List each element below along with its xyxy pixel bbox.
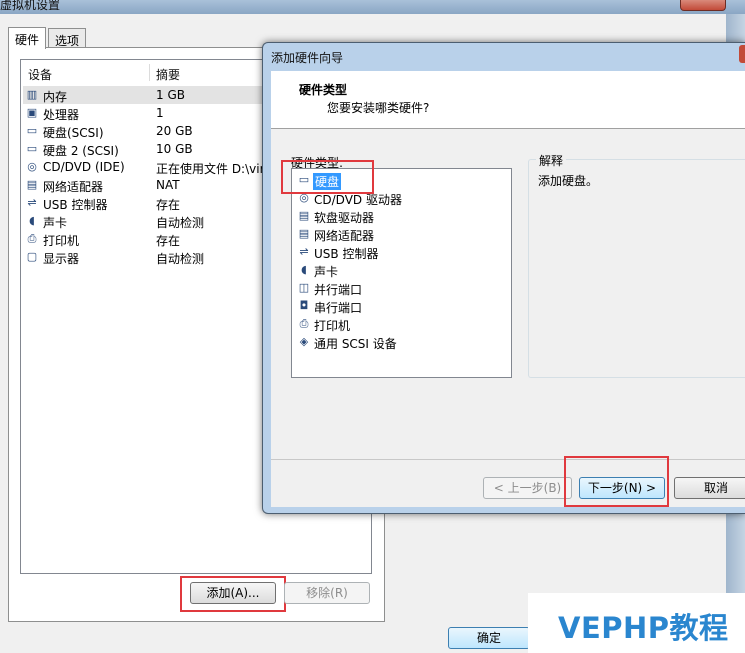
- device-summary: 自动检测: [156, 216, 205, 230]
- wizard-title: 添加硬件向导: [271, 51, 344, 65]
- hardware-type-name: 打印机: [314, 319, 351, 333]
- cd-dvd-icon: ◎: [27, 160, 37, 173]
- wizard-header-subtitle: 您要安装哪类硬件?: [327, 101, 430, 115]
- wizard-separator: [271, 459, 745, 460]
- column-separator[interactable]: [149, 64, 150, 81]
- device-name: 打印机: [43, 234, 80, 248]
- wizard-header-title: 硬件类型: [299, 83, 348, 97]
- remove-button[interactable]: 移除(R): [284, 582, 370, 604]
- hardware-type-name: 通用 SCSI 设备: [314, 337, 397, 351]
- explanation-text: 添加硬盘。: [538, 174, 599, 188]
- device-summary: 正在使用文件 D:\vir: [156, 162, 265, 176]
- device-name: 处理器: [43, 108, 80, 122]
- wizard-client-area: 硬件类型 您要安装哪类硬件? 硬件类型: ▭ 硬盘 ◎ CD/DVD 驱动器 ▤…: [271, 71, 745, 507]
- sound-icon: ◖: [301, 263, 307, 276]
- device-summary: 1 GB: [156, 88, 185, 102]
- parallel-port-icon: ◫: [298, 281, 310, 294]
- hardware-type-name: 串行端口: [314, 301, 363, 315]
- hardware-type-sound-card[interactable]: ◖ 声卡: [295, 261, 509, 279]
- hardware-type-printer[interactable]: ⎙ 打印机: [295, 315, 509, 333]
- usb-icon: ⇌: [27, 196, 37, 209]
- hardware-type-name: USB 控制器: [314, 247, 379, 261]
- device-summary: NAT: [156, 178, 180, 192]
- device-summary: 10 GB: [156, 142, 193, 156]
- tab-hardware[interactable]: 硬件: [8, 27, 47, 49]
- device-name: 内存: [43, 90, 68, 104]
- scsi-device-icon: ◈: [299, 335, 309, 348]
- add-hardware-wizard: 添加硬件向导 硬件类型 您要安装哪类硬件? 硬件类型: ▭ 硬盘 ◎ CD/DV…: [262, 42, 745, 514]
- network-adapter-icon: ▤: [26, 178, 38, 191]
- sound-icon: ◖: [29, 214, 35, 227]
- hardware-type-name: 软盘驱动器: [314, 211, 375, 225]
- hardware-type-name: 并行端口: [314, 283, 363, 297]
- hardware-type-parallel-port[interactable]: ◫ 并行端口: [295, 279, 509, 297]
- hardware-type-scsi-device[interactable]: ◈ 通用 SCSI 设备: [295, 333, 509, 351]
- floppy-icon: ▤: [298, 209, 310, 222]
- hardware-type-usb-controller[interactable]: ⇌ USB 控制器: [295, 243, 509, 261]
- column-summary[interactable]: 摘要: [156, 66, 180, 83]
- ok-button[interactable]: 确定: [448, 627, 530, 649]
- network-adapter-icon: ▤: [298, 227, 310, 240]
- wizard-header: 硬件类型 您要安装哪类硬件?: [271, 71, 745, 129]
- device-name: 显示器: [43, 252, 80, 266]
- wizard-close-button[interactable]: [739, 45, 745, 63]
- hardware-type-network-adapter[interactable]: ▤ 网络适配器: [295, 225, 509, 243]
- printer-icon: ⎙: [27, 232, 37, 245]
- hard-disk-icon: ▭: [26, 142, 38, 155]
- processor-icon: ▣: [26, 106, 38, 119]
- hardware-type-list[interactable]: ▭ 硬盘 ◎ CD/DVD 驱动器 ▤ 软盘驱动器 ▤ 网络适配器 ⇌ USB …: [291, 168, 512, 378]
- hard-disk-icon: ▭: [26, 124, 38, 137]
- background-close-button[interactable]: [680, 0, 726, 11]
- hardware-type-name: 网络适配器: [314, 229, 375, 243]
- device-summary: 自动检测: [156, 252, 205, 266]
- serial-port-icon: ◘: [299, 299, 309, 312]
- background-window-title: 虚拟机设置: [0, 0, 61, 12]
- back-button[interactable]: < 上一步(B): [483, 477, 572, 499]
- device-name: 硬盘 2 (SCSI): [43, 144, 119, 158]
- explanation-label: 解释: [536, 152, 567, 169]
- column-device[interactable]: 设备: [28, 66, 52, 83]
- background-titlebar: 虚拟机设置: [0, 0, 745, 14]
- cancel-button[interactable]: 取消: [674, 477, 745, 499]
- highlight-hard-disk-option: [281, 160, 374, 194]
- device-summary: 存在: [156, 234, 181, 248]
- printer-icon: ⎙: [299, 317, 309, 330]
- device-name: 声卡: [43, 216, 68, 230]
- memory-icon: ▥: [26, 88, 38, 101]
- explanation-groupbox: [528, 159, 745, 378]
- usb-icon: ⇌: [299, 245, 309, 258]
- highlight-add-button: [180, 576, 286, 612]
- hardware-type-serial-port[interactable]: ◘ 串行端口: [295, 297, 509, 315]
- device-name: USB 控制器: [43, 198, 108, 212]
- hardware-type-floppy[interactable]: ▤ 软盘驱动器: [295, 207, 509, 225]
- device-name: 网络适配器: [43, 180, 104, 194]
- display-icon: ▢: [26, 250, 38, 263]
- device-name: CD/DVD (IDE): [43, 160, 125, 174]
- device-summary: 存在: [156, 198, 181, 212]
- hardware-type-name: 声卡: [314, 265, 339, 279]
- device-name: 硬盘(SCSI): [43, 126, 104, 140]
- watermark: VEPHP教程: [528, 593, 745, 653]
- device-summary: 1: [156, 106, 164, 120]
- tab-options[interactable]: 选项: [48, 28, 87, 48]
- watermark-text: VEPHP教程: [558, 611, 729, 645]
- highlight-next-button: [564, 456, 669, 507]
- device-summary: 20 GB: [156, 124, 193, 138]
